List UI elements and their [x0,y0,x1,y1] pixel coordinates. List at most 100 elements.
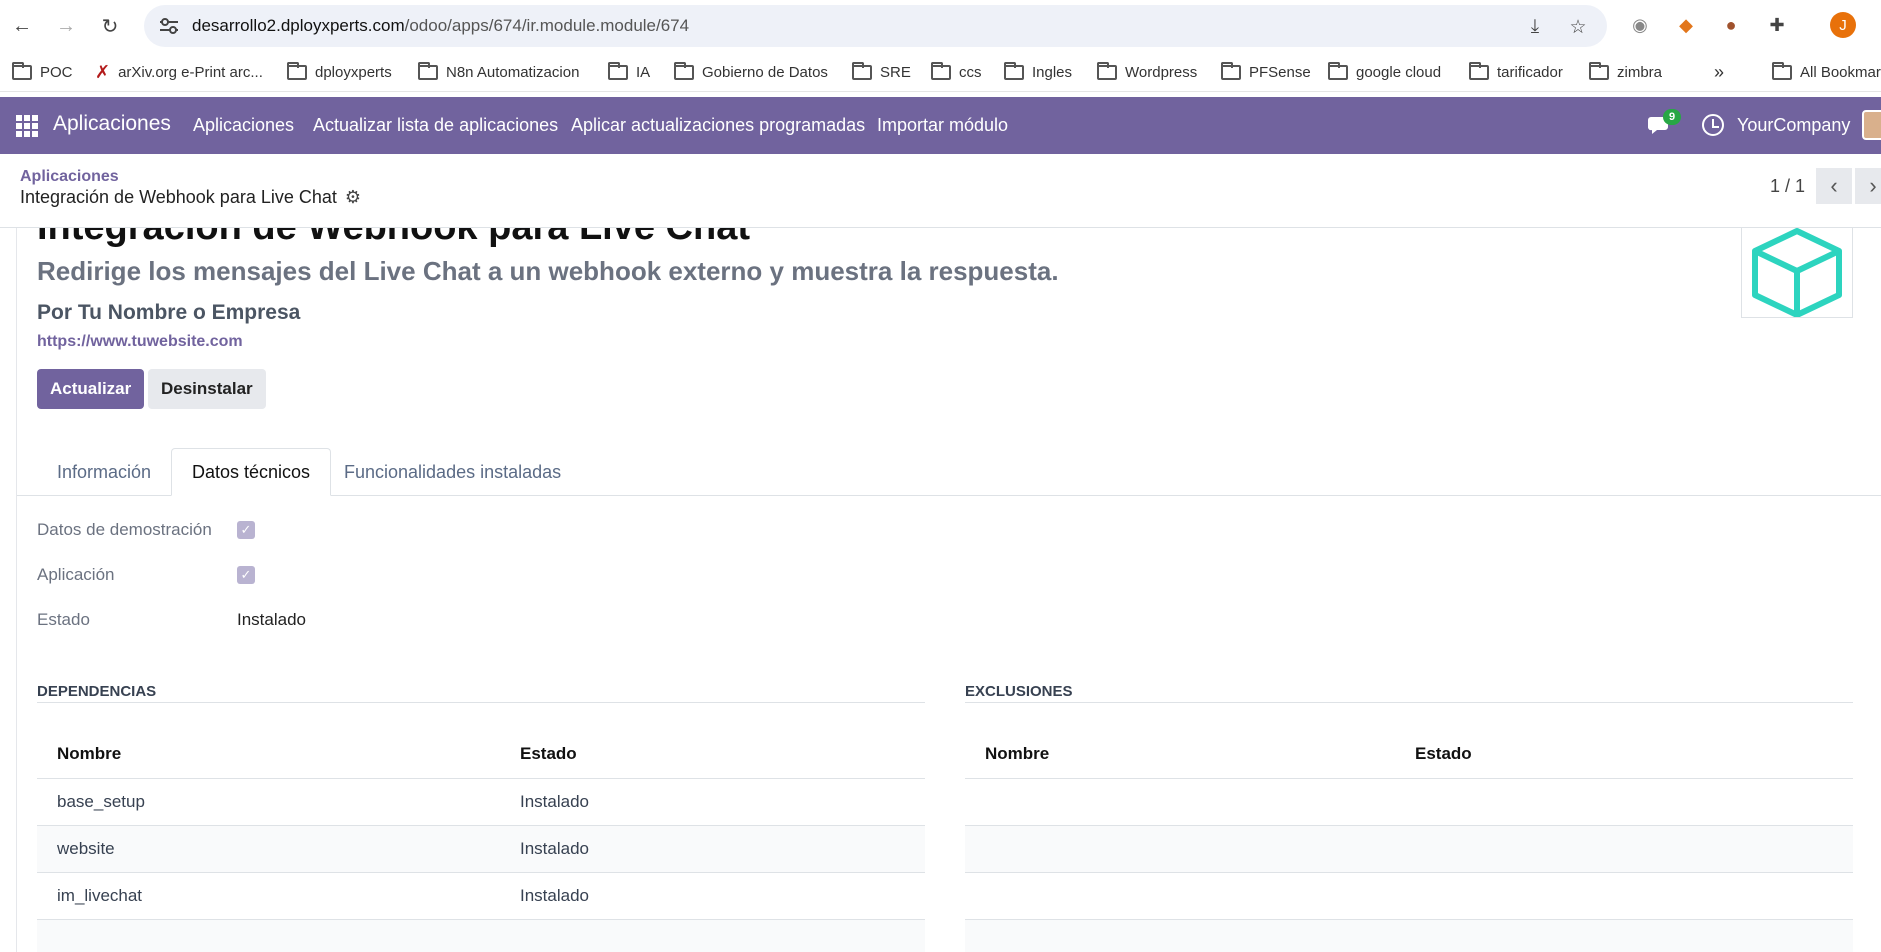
table-row[interactable]: im_livechat Instalado [37,872,925,920]
site-info-icon[interactable] [158,16,180,36]
bookmark-label: Gobierno de Datos [702,63,828,81]
bookmark-label: POC [40,63,73,81]
empty-cell [965,919,1395,952]
update-button[interactable]: Actualizar [37,369,145,409]
module-author: Por Tu Nombre o Empresa [37,301,301,324]
pager-next-icon[interactable]: › [1855,168,1881,204]
bookmark-sre[interactable]: SRE [852,60,911,84]
browser-toolbar: ← → ↻ desarrollo2.dployxperts.com/odoo/a… [0,0,1881,52]
bookmark-label: arXiv.org e-Print arc... [118,63,263,81]
column-header-nombre[interactable]: Nombre [965,730,1395,779]
table-row[interactable]: website Instalado [37,825,925,873]
extension-db-icon[interactable]: ◉ [1627,12,1653,38]
bookmark-label: zimbra [1617,63,1663,81]
bookmark-gobierno-datos[interactable]: Gobierno de Datos [674,60,828,84]
url-text[interactable]: desarrollo2.dployxperts.com/odoo/apps/67… [192,16,689,36]
empty-cell [965,825,1395,873]
breadcrumb-parent[interactable]: Aplicaciones [20,168,119,186]
module-website-link[interactable]: https://www.tuwebsite.com [37,333,243,351]
folder-icon [1097,61,1117,80]
tab-informacion[interactable]: Información [37,448,171,496]
breadcrumb-current-label: Integración de Webhook para Live Chat [20,187,337,207]
demo-data-checkbox[interactable]: ✓ [237,521,255,539]
bookmark-dployxperts[interactable]: dployxperts [287,60,392,84]
back-arrow-icon[interactable]: ← [8,12,36,40]
folder-icon [674,61,694,80]
dependency-name: base_setup [37,778,500,826]
company-switcher[interactable]: YourCompany [1737,115,1850,136]
extensions-puzzle-icon[interactable]: ✚ [1764,12,1790,38]
column-header-estado[interactable]: Estado [1395,730,1853,779]
menu-importar-modulo[interactable]: Importar módulo [877,115,1008,136]
menu-actualizar-lista[interactable]: Actualizar lista de aplicaciones [313,115,558,136]
user-avatar[interactable] [1862,110,1881,140]
bookmark-label: N8n Automatizacion [446,63,580,81]
url-path: /odoo/apps/674/ir.module.module/674 [404,16,690,35]
install-app-icon[interactable]: ⤓ [1524,16,1546,38]
bookmark-label: All Bookmar [1800,63,1881,81]
table-row-empty [965,778,1853,826]
activity-clock-icon[interactable] [1702,114,1724,136]
pager-previous-icon[interactable]: ‹ [1816,168,1852,204]
app-menu-grid-icon[interactable] [16,115,38,137]
bookmark-pfsense[interactable]: PFSense [1221,60,1311,84]
column-header-nombre[interactable]: Nombre [37,730,500,779]
empty-cell [965,778,1395,826]
dependencies-divider [37,702,925,703]
menu-aplicaciones[interactable]: Aplicaciones [193,115,294,136]
bookmark-n8n[interactable]: N8n Automatizacion [418,60,579,84]
bookmark-star-icon[interactable]: ☆ [1567,16,1589,38]
all-bookmarks[interactable]: All Bookmar [1772,60,1881,84]
table-row[interactable]: base_setup Instalado [37,778,925,826]
table-header-row: Nombre Estado [37,730,925,779]
reload-icon[interactable]: ↻ [96,12,124,40]
address-bar[interactable]: desarrollo2.dployxperts.com/odoo/apps/67… [144,5,1607,47]
dependencies-title: DEPENDENCIAS [37,683,157,700]
bookmark-poc[interactable]: POC [12,60,73,84]
folder-icon [1469,61,1489,80]
demo-data-label: Datos de demostración [37,520,212,539]
form-sheet: Integración de Webhook para Live Chat Re… [16,228,1881,952]
bookmark-label: Wordpress [1125,63,1198,81]
bookmark-ccs[interactable]: ccs [931,60,982,84]
state-label: Estado [37,610,90,629]
bookmark-arxiv[interactable]: ✗ arXiv.org e-Print arc... [95,60,263,84]
bookmark-label: Ingles [1032,63,1073,81]
menu-aplicar-actualizaciones[interactable]: Aplicar actualizaciones programadas [571,115,865,136]
tab-datos-tecnicos[interactable]: Datos técnicos [171,448,332,496]
bookmark-google-cloud[interactable]: google cloud [1328,60,1441,84]
extension-agent-icon[interactable]: ● [1718,12,1744,38]
bookmarks-bar: POC ✗ arXiv.org e-Print arc... dployxpert… [0,52,1881,92]
odoo-navbar: Aplicaciones Aplicaciones Actualizar lis… [0,97,1881,154]
dependency-state: Instalado [500,778,925,826]
bookmark-label: SRE [880,63,911,81]
table-row-empty [37,919,925,952]
dependency-name: im_livechat [37,872,500,920]
navbar-brand[interactable]: Aplicaciones [53,112,171,136]
bookmark-zimbra[interactable]: zimbra [1589,60,1662,84]
column-header-estado[interactable]: Estado [500,730,925,779]
gear-icon[interactable]: ⚙ [345,187,361,208]
bookmark-label: ccs [959,63,982,81]
module-title: Integración de Webhook para Live Chat [37,228,750,249]
table-header-row: Nombre Estado [965,730,1853,779]
table-row-empty [965,872,1853,920]
bookmark-label: tarificador [1497,63,1563,81]
uninstall-button[interactable]: Desinstalar [148,369,266,409]
bookmark-ia[interactable]: IA [608,60,650,84]
metamask-fox-icon[interactable]: ◆ [1673,12,1699,38]
application-checkbox[interactable]: ✓ [237,566,255,584]
empty-cell [1395,825,1853,873]
application-label: Aplicación [37,565,115,584]
bookmark-ingles[interactable]: Ingles [1004,60,1072,84]
bookmark-tarificador[interactable]: tarificador [1469,60,1563,84]
more-bookmarks-chevron-icon[interactable]: » [1714,60,1724,84]
exclusions-table: Nombre Estado [965,730,1853,952]
bookmark-wordpress[interactable]: Wordpress [1097,60,1197,84]
tab-funcionalidades[interactable]: Funcionalidades instaladas [324,448,581,496]
empty-cell [1395,872,1853,920]
profile-avatar[interactable]: J [1830,12,1856,38]
pager-value[interactable]: 1 / 1 [1770,176,1805,197]
forward-arrow-icon[interactable]: → [52,12,80,40]
notebook-tabs: Información Datos técnicos Funcionalidad… [17,448,1881,496]
